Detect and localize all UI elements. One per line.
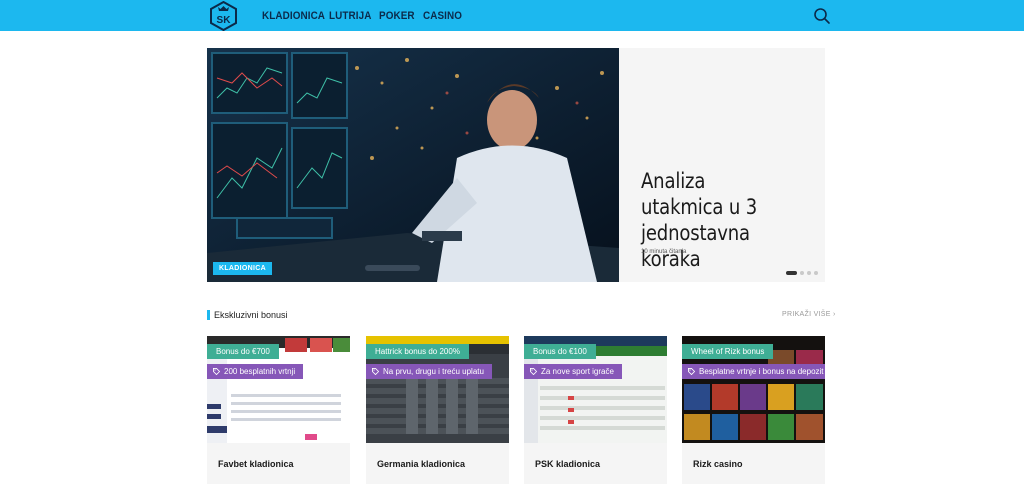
section-title: Ekskluzivni bonusi — [214, 310, 288, 320]
offer-text: Besplatne vrtnje i bonus na depozit — [699, 367, 824, 376]
site-logo[interactable]: SK — [209, 1, 238, 31]
tag-icon — [372, 368, 379, 375]
hero-category-tag[interactable]: KLADIONICA — [213, 262, 272, 275]
slider-pagination — [786, 271, 818, 275]
show-more-label[interactable]: PRIKAŽI VIŠE — [782, 311, 831, 318]
offer-text: Na prvu, drugu i treću uplatu — [383, 367, 484, 376]
card-title[interactable]: Favbet kladionica — [218, 459, 294, 469]
hero-image[interactable]: KLADIONICA — [207, 48, 619, 282]
logo-text: SK — [217, 15, 232, 26]
nav-poker[interactable]: POKER — [379, 10, 415, 22]
slider-dot[interactable] — [786, 271, 797, 275]
tag-icon — [688, 368, 695, 375]
hero-slider[interactable]: KLADIONICA Analiza utakmica u 3 jednosta… — [207, 48, 825, 282]
hero-read-time: 10 minuta čitanja — [641, 249, 687, 255]
offer-badge: Na prvu, drugu i treću uplatu — [366, 364, 492, 379]
bonus-amount-badge: Hattrick bonus do 200% — [366, 344, 469, 359]
nav-kladionica[interactable]: KLADIONICA — [262, 10, 325, 22]
bonus-card[interactable]: Bonus do €100 Za nove sport igrače PSK k… — [524, 336, 667, 484]
offer-badge: 200 besplatnih vrtnji — [207, 364, 304, 379]
card-image[interactable]: Bonus do €100 Za nove sport igrače — [524, 336, 667, 443]
top-navigation-bar: SK KLADIONICA LUTRIJA POKER CASINO — [0, 0, 1024, 31]
slider-dot[interactable] — [814, 271, 818, 275]
card-title[interactable]: PSK kladionica — [535, 459, 600, 469]
slider-dot[interactable] — [800, 271, 804, 275]
search-icon[interactable] — [813, 7, 831, 25]
nav-lutrija[interactable]: LUTRIJA — [329, 10, 371, 22]
bonus-card[interactable]: Hattrick bonus do 200% Na prvu, drugu i … — [366, 336, 509, 484]
hero-title[interactable]: Analiza utakmica u 3 jednostavna koraka — [641, 168, 792, 272]
bonus-amount-badge: Wheel of Rizk bonus — [682, 344, 774, 359]
offer-text: Za nove sport igrače — [541, 367, 614, 376]
nav-casino[interactable]: CASINO — [423, 10, 462, 22]
bonus-amount-badge: Bonus do €100 — [524, 344, 596, 359]
section-accent-bar — [207, 310, 210, 320]
hero-illustration — [207, 48, 619, 282]
tag-icon — [530, 368, 537, 375]
card-title[interactable]: Germania kladionica — [377, 459, 465, 469]
card-title[interactable]: Rizk casino — [693, 459, 743, 469]
offer-text: 200 besplatnih vrtnji — [224, 367, 296, 376]
show-more-link[interactable]: PRIKAŽI VIŠE › — [782, 311, 836, 318]
card-image[interactable]: Hattrick bonus do 200% Na prvu, drugu i … — [366, 336, 509, 443]
slider-dot[interactable] — [807, 271, 811, 275]
offer-badge: Besplatne vrtnje i bonus na depozit — [682, 364, 825, 379]
bonus-card[interactable]: Bonus do €700 200 besplatnih vrtnji Favb… — [207, 336, 350, 484]
bonus-card[interactable]: Wheel of Rizk bonus Besplatne vrtnje i b… — [682, 336, 825, 484]
card-image[interactable]: Wheel of Rizk bonus Besplatne vrtnje i b… — [682, 336, 825, 443]
offer-badge: Za nove sport igrače — [524, 364, 622, 379]
tag-icon — [213, 368, 220, 375]
bonus-amount-badge: Bonus do €700 — [207, 344, 279, 359]
card-image[interactable]: Bonus do €700 200 besplatnih vrtnji — [207, 336, 350, 443]
